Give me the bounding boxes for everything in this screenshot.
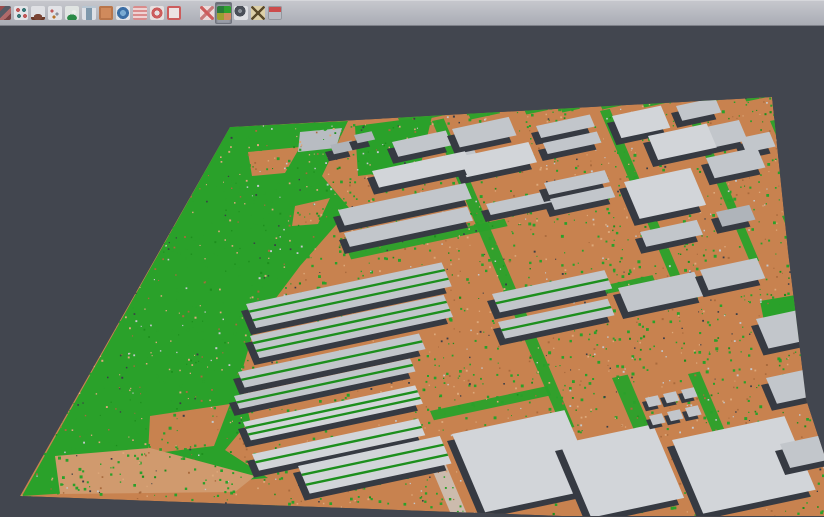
toolbar-terrain-green-icon[interactable] (63, 2, 80, 24)
measure-cross-icon (251, 6, 265, 20)
toolbar-clear-bar-icon[interactable] (266, 2, 283, 24)
toolbar-globe-icon[interactable] (114, 2, 131, 24)
target-ring-icon (150, 6, 164, 20)
thin-points-icon (48, 6, 62, 20)
toolbar-classification-colors-icon[interactable] (215, 2, 232, 24)
application-window (0, 0, 824, 517)
toolbar-points-red-icon[interactable] (0, 2, 12, 24)
toolbar-ortho-tile-icon[interactable] (97, 2, 114, 24)
toolbar-classify-points-icon[interactable] (12, 2, 29, 24)
point-cloud-scene[interactable] (0, 26, 824, 517)
clear-bar-icon (268, 6, 282, 20)
terrain-green-icon (65, 6, 79, 20)
terrain (20, 91, 824, 517)
clip-region-icon (200, 6, 214, 20)
render-sphere-icon (234, 6, 248, 20)
classify-points-icon (14, 6, 28, 20)
toolbar (0, 0, 824, 26)
toolbar-hillshade-brown-icon[interactable] (29, 2, 46, 24)
points-red-icon (0, 6, 11, 20)
toolbar-target-ring-icon[interactable] (148, 2, 165, 24)
layer-list-icon (133, 6, 147, 20)
extent-brackets-icon (167, 6, 181, 20)
ortho-tile-icon (99, 6, 113, 20)
toolbar-measure-cross-icon[interactable] (249, 2, 266, 24)
hillshade-brown-icon (31, 6, 45, 20)
toolbar-layer-list-icon[interactable] (131, 2, 148, 24)
viewport-3d[interactable] (0, 26, 824, 517)
toolbar-extent-brackets-icon[interactable] (165, 2, 182, 24)
globe-icon (116, 6, 130, 20)
toolbar-profile-column-icon[interactable] (80, 2, 97, 24)
toolbar-thin-points-icon[interactable] (46, 2, 63, 24)
toolbar-render-sphere-icon[interactable] (232, 2, 249, 24)
toolbar-clip-region-icon[interactable] (198, 2, 215, 24)
profile-column-icon (82, 6, 96, 20)
classification-colors-icon (217, 6, 231, 20)
